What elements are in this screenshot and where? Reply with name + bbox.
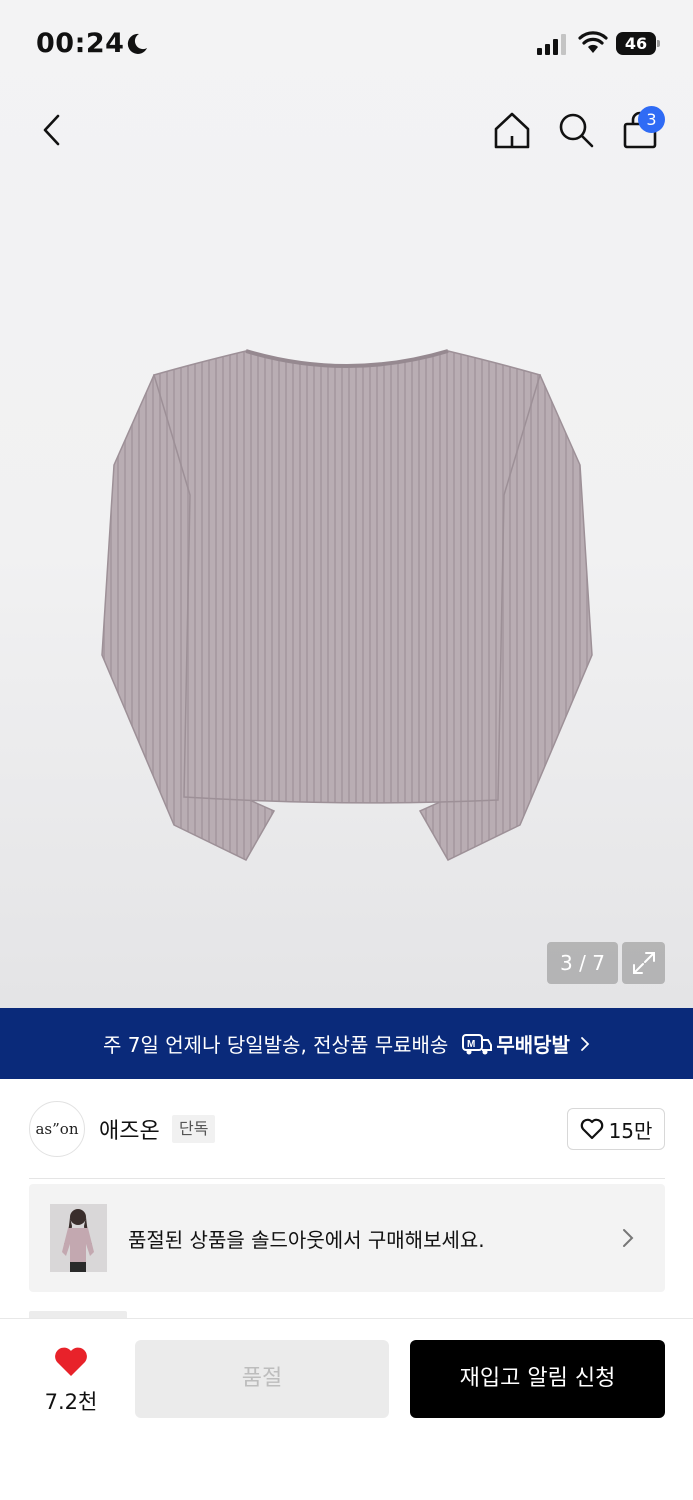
brand-logo-text: as”on — [35, 1120, 79, 1138]
promo-thumbnail — [50, 1204, 107, 1272]
status-time: 00:24 — [36, 28, 125, 59]
home-button[interactable] — [490, 108, 534, 152]
battery-level: 46 — [616, 32, 656, 55]
soldout-button: 품절 — [135, 1340, 389, 1418]
image-counter: 3 / 7 — [547, 942, 618, 984]
home-icon — [494, 112, 530, 149]
chevron-right-icon — [623, 1229, 634, 1247]
chevron-left-icon — [43, 114, 60, 146]
search-button[interactable] — [554, 108, 598, 152]
divider — [29, 1178, 665, 1179]
moon-icon — [127, 33, 147, 54]
brand-name[interactable]: 애즈온 — [99, 1113, 160, 1145]
exclusive-tag: 단독 — [172, 1115, 216, 1143]
product-image-gallery[interactable]: 00:24 46 3 3 / 7 — [0, 0, 693, 1008]
expand-image-button[interactable] — [622, 942, 665, 984]
wifi-icon — [578, 31, 608, 53]
brand-logo[interactable]: as”on — [29, 1101, 85, 1157]
status-bar: 00:24 46 — [0, 0, 693, 88]
free-shipping-logo: M 무배당발 — [462, 1029, 570, 1058]
soldout-promo-card[interactable]: 품절된 상품을 솔드아웃에서 구매해보세요. — [29, 1184, 665, 1292]
brand-like-count: 15만 — [608, 1118, 653, 1143]
expand-icon — [632, 952, 655, 974]
chevron-right-icon — [581, 1036, 590, 1051]
product-photo — [101, 349, 593, 861]
heart-outline-icon — [580, 1118, 603, 1140]
back-button[interactable] — [30, 108, 74, 152]
delivery-truck-icon: M — [462, 1033, 493, 1054]
favorite-count: 7.2천 — [44, 1390, 98, 1414]
free-shipping-logo-text: 무배당발 — [496, 1033, 570, 1057]
svg-text:M: M — [467, 1039, 475, 1050]
battery-indicator: 46 — [616, 32, 660, 55]
heart-filled-icon — [55, 1347, 87, 1376]
restock-alert-button[interactable]: 재입고 알림 신청 — [410, 1340, 665, 1418]
banner-text: 주 7일 언제나 당일발송, 전상품 무료배송 — [103, 1033, 449, 1057]
cellular-signal-icon — [537, 34, 566, 55]
brand-like-button[interactable]: 15만 — [567, 1108, 665, 1150]
favorite-button[interactable] — [40, 1346, 102, 1382]
cart-count-badge: 3 — [638, 106, 665, 133]
shipping-promo-banner[interactable]: 주 7일 언제나 당일발송, 전상품 무료배송 M 무배당발 — [0, 1008, 693, 1079]
promo-text: 품절된 상품을 솔드아웃에서 구매해보세요. — [128, 1228, 485, 1252]
model-thumbnail-image — [50, 1204, 107, 1272]
search-icon — [559, 113, 594, 148]
